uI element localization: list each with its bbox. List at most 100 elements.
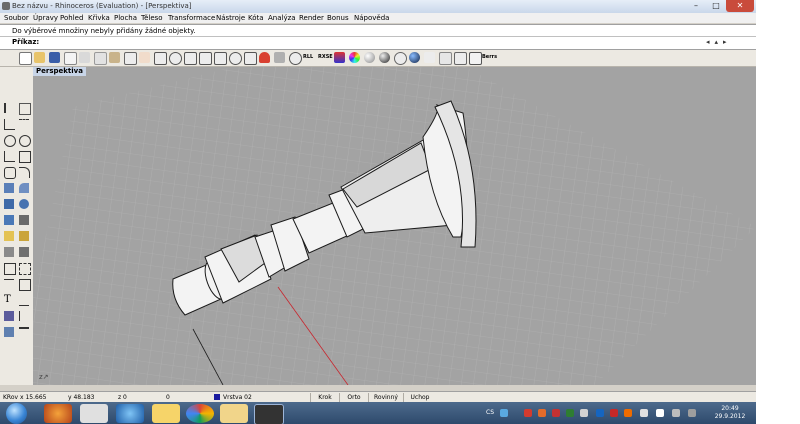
box-solid-icon[interactable] — [4, 199, 14, 209]
select-arrow-icon[interactable] — [4, 103, 16, 113]
power-icon[interactable] — [688, 409, 696, 417]
line-tool-icon[interactable] — [19, 327, 29, 339]
zoom-window-icon[interactable] — [184, 52, 197, 65]
save-icon[interactable] — [49, 52, 60, 63]
curve-icon[interactable] — [19, 119, 29, 130]
open-folder-icon[interactable] — [34, 52, 45, 63]
volume-icon[interactable] — [672, 409, 680, 417]
tray-icon-6[interactable] — [580, 409, 588, 417]
planar-toggle[interactable]: Rovinný — [368, 393, 403, 402]
cut-icon[interactable] — [79, 52, 90, 63]
grid-layout-icon[interactable] — [244, 52, 257, 65]
boolean-icon[interactable] — [4, 231, 14, 241]
zoom-icon[interactable] — [169, 52, 182, 65]
menu-soubor[interactable]: Soubor — [4, 14, 29, 22]
menu-napoveda[interactable]: Nápověda — [354, 14, 389, 22]
copy-icon[interactable] — [94, 52, 107, 65]
menu-kota[interactable]: Kóta — [248, 14, 264, 22]
polyline-icon[interactable] — [4, 119, 15, 130]
trim-icon[interactable] — [19, 247, 29, 257]
language-indicator[interactable]: CS — [486, 409, 494, 416]
close-button[interactable]: ✕ — [726, 0, 754, 12]
move-icon[interactable] — [4, 279, 14, 290]
text-tool-icon[interactable]: T — [4, 295, 14, 305]
menu-render[interactable]: Render — [299, 14, 324, 22]
menu-teleso[interactable]: Těleso — [141, 14, 163, 22]
project-icon[interactable] — [19, 311, 30, 321]
fillet-icon[interactable] — [19, 167, 30, 178]
surface-icon[interactable] — [4, 183, 14, 193]
shaded-car-icon[interactable] — [274, 52, 285, 63]
tray-icon-9[interactable] — [624, 409, 632, 417]
menu-pohled[interactable]: Pohled — [60, 14, 83, 22]
help-icon[interactable] — [469, 52, 482, 65]
tray-icon-1[interactable] — [500, 409, 508, 417]
media-player-icon[interactable] — [80, 404, 108, 423]
viewport-title[interactable]: Perspektiva — [33, 67, 86, 76]
cylinder-icon[interactable] — [4, 215, 14, 225]
taskbar-clock[interactable]: 20:49 29.9.2012 — [712, 405, 748, 421]
tray-icon-5[interactable] — [566, 409, 574, 417]
toolbar-label-rxse[interactable]: RXSE — [318, 54, 333, 60]
flag-icon[interactable] — [656, 409, 664, 417]
polygon-icon[interactable] — [4, 167, 16, 179]
photo-viewer-icon[interactable] — [152, 404, 180, 423]
print-icon[interactable] — [64, 52, 77, 65]
menu-transformace[interactable]: Transformace — [168, 14, 215, 22]
command-input[interactable] — [50, 38, 700, 47]
undo-icon[interactable] — [124, 52, 137, 65]
menu-upravy[interactable]: Úpravy — [33, 14, 58, 22]
osnap-toggle[interactable]: Uchop — [403, 393, 436, 402]
points-icon[interactable] — [4, 311, 14, 321]
color-wheel-icon[interactable] — [349, 52, 360, 63]
split-icon[interactable] — [19, 231, 29, 241]
render-car-icon[interactable] — [259, 52, 270, 63]
light-bulb-icon[interactable] — [424, 52, 435, 63]
zoom-extents-icon[interactable] — [199, 52, 212, 65]
render-sphere-icon[interactable] — [409, 52, 420, 63]
zoom-dynamic-icon[interactable] — [229, 52, 242, 65]
firefox-icon[interactable] — [44, 404, 72, 423]
paste-icon[interactable] — [109, 52, 120, 63]
options-icon[interactable] — [454, 52, 467, 65]
menu-plocha[interactable]: Plocha — [114, 14, 137, 22]
command-history-arrows-icon[interactable]: ◂▴▸ — [706, 38, 732, 46]
sun-icon[interactable] — [394, 52, 407, 65]
properties-icon[interactable] — [439, 52, 452, 65]
minimize-button[interactable]: – — [686, 0, 706, 12]
extrude-icon[interactable] — [4, 247, 14, 257]
explorer-folder-icon[interactable] — [220, 404, 248, 423]
layer-panel-icon[interactable] — [4, 327, 14, 337]
maximize-button[interactable]: □ — [706, 0, 726, 12]
menu-nastroje[interactable]: Nástroje — [216, 14, 245, 22]
rectangle-icon[interactable] — [19, 151, 31, 163]
start-button[interactable] — [6, 403, 27, 424]
select-points-icon[interactable] — [19, 103, 31, 115]
tray-icon-8[interactable] — [610, 409, 618, 417]
ortho-toggle[interactable]: Orto — [339, 393, 368, 402]
chrome-icon[interactable] — [186, 404, 214, 423]
array-icon[interactable] — [19, 279, 31, 291]
tray-icon-7[interactable] — [596, 409, 604, 417]
layers-icon[interactable] — [334, 52, 345, 63]
rotate-view-icon[interactable] — [154, 52, 167, 65]
tray-icon-2[interactable] — [524, 409, 532, 417]
arc-icon[interactable] — [4, 151, 15, 162]
loft-icon[interactable] — [19, 183, 29, 193]
pan-hand-icon[interactable] — [139, 52, 150, 63]
menu-analyza[interactable]: Analýza — [268, 14, 296, 22]
ellipse-icon[interactable] — [19, 135, 31, 147]
select-icon[interactable] — [289, 52, 302, 65]
internet-explorer-icon[interactable] — [116, 404, 144, 423]
network-icon[interactable] — [640, 409, 648, 417]
menu-krivka[interactable]: Křivka — [88, 14, 110, 22]
environment-sphere-icon[interactable] — [379, 52, 390, 63]
tray-icon-4[interactable] — [552, 409, 560, 417]
sphere-solid-icon[interactable] — [19, 199, 29, 209]
new-file-icon[interactable] — [19, 52, 32, 65]
scale-icon[interactable] — [19, 295, 29, 306]
snap-toggle[interactable]: Krok — [310, 393, 339, 402]
material-sphere-icon[interactable] — [364, 52, 375, 63]
mesh-icon[interactable] — [19, 215, 29, 225]
tray-icon-3[interactable] — [538, 409, 546, 417]
